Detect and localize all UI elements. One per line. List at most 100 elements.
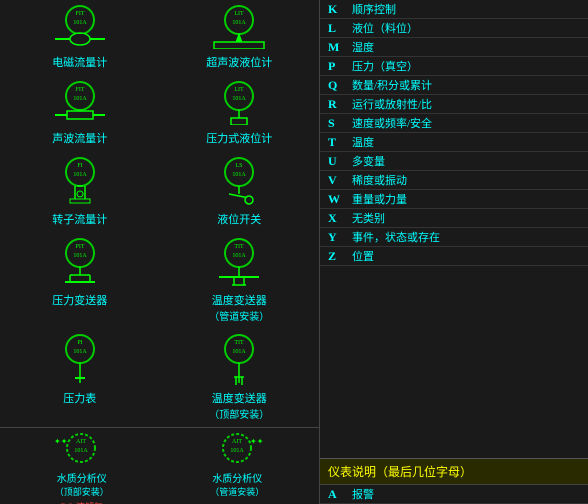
water-quality-2-sub: （管道安装） xyxy=(210,485,264,498)
svg-text:✦✦: ✦✦ xyxy=(54,437,68,446)
letter-z: Z xyxy=(328,249,352,264)
svg-text:AIT: AIT xyxy=(232,439,242,445)
letter-r: R xyxy=(328,97,352,112)
letter-row-t: T 温度 xyxy=(320,133,588,152)
meaning-u: 多变量 xyxy=(352,153,580,169)
meaning-a: 报警 xyxy=(352,486,580,502)
instrument-item-pressure-transmitter: PIT 101A 压力变送器 xyxy=(0,233,160,329)
meaning-x: 无类别 xyxy=(352,210,580,226)
svg-text:101A: 101A xyxy=(75,448,89,454)
temp-transmitter-top-sub: （顶部安装） xyxy=(209,406,269,421)
rotameter-symbol: FI 101A xyxy=(55,156,105,206)
svg-text:FIT: FIT xyxy=(75,87,84,93)
temp-transmitter-top-symbol: TIT 101A xyxy=(209,333,269,385)
svg-text:101A: 101A xyxy=(233,253,247,259)
temp-transmitter-pipe-sub: （管道安装） xyxy=(209,308,269,323)
svg-text:101A: 101A xyxy=(233,172,247,178)
temp-transmitter-pipe-label: 温度变送器 xyxy=(212,292,267,308)
right-panel: K 顺序控制 L 液位（料位） M 湿度 P 压力（真空） Q 数量/积分或累计… xyxy=(320,0,588,504)
letter-l: L xyxy=(328,21,352,36)
bottom-section: AIT 101A ✦✦ 水质分析仪 （顶部安装） DO 溶解氧 ORP 氧化还原… xyxy=(0,427,319,504)
letter-t: T xyxy=(328,135,352,150)
svg-text:101A: 101A xyxy=(73,253,87,259)
meaning-k: 顺序控制 xyxy=(352,1,580,17)
letter-row-x: X 无类别 xyxy=(320,209,588,228)
instrument-item-pressure-gauge: PI 101A 压力表 xyxy=(0,329,160,427)
letter-row-a: A 报警 xyxy=(320,484,588,504)
pressure-gauge-symbol: PI 101A xyxy=(55,333,105,385)
letter-s: S xyxy=(328,116,352,131)
water-quality-analyzer-2-symbol: AIT 101A ✦✦ xyxy=(210,432,265,470)
letter-q: Q xyxy=(328,78,352,93)
level-switch-label: 液位开关 xyxy=(217,211,261,227)
instrument-item-rotameter: FI 101A 转子流量计 xyxy=(0,152,160,233)
svg-text:101A: 101A xyxy=(233,20,247,26)
meaning-l: 液位（料位） xyxy=(352,20,580,36)
instrument-item-temp-transmitter-pipe: TIT 101A 温度变送器 （管道安装） xyxy=(160,233,320,329)
pressure-gauge-label: 压力表 xyxy=(63,390,96,406)
meaning-z: 位置 xyxy=(352,248,580,264)
letter-row-q: Q 数量/积分或累计 xyxy=(320,76,588,95)
svg-text:LIT: LIT xyxy=(235,87,245,93)
pressure-transmitter-label: 压力变送器 xyxy=(52,292,107,308)
svg-text:TIT: TIT xyxy=(235,340,245,346)
meaning-s: 速度或频率/安全 xyxy=(352,115,580,131)
meaning-w: 重量或力量 xyxy=(352,191,580,207)
letter-x: X xyxy=(328,211,352,226)
instrument-item-lit-ultrasonic: LIT 101A 超声波液位计 xyxy=(160,0,320,76)
water-quality-analyzer-1-symbol: AIT 101A ✦✦ xyxy=(54,432,109,470)
letter-row-r: R 运行或放射性/比 xyxy=(320,95,588,114)
letter-row-s: S 速度或频率/安全 xyxy=(320,114,588,133)
water-quality-item-2: AIT 101A ✦✦ 水质分析仪 （管道安装） DO 溶解氧 ORP 氧化还原… xyxy=(160,432,316,504)
letter-v: V xyxy=(328,173,352,188)
letter-row-z: Z 位置 xyxy=(320,247,588,266)
meaning-y: 事件，状态或存在 xyxy=(352,229,580,245)
svg-text:101A: 101A xyxy=(230,448,244,454)
instrument-item-temp-transmitter-top: TIT 101A 温度变送器 （顶部安装） xyxy=(160,329,320,427)
instrument-section-header: 仪表说明（最后几位字母） xyxy=(320,458,588,484)
do-label: DO 溶解氧 xyxy=(61,500,103,504)
rotameter-label: 转子流量计 xyxy=(52,211,107,227)
svg-text:101A: 101A xyxy=(73,20,87,26)
letter-row-m: M 湿度 xyxy=(320,38,588,57)
letter-y: Y xyxy=(328,230,352,245)
left-panel: FIT 101A 电磁流量计 LIT 101A 超 xyxy=(0,0,320,504)
pressure-level-symbol: LIT 101A xyxy=(209,80,269,125)
instrument-grid: FIT 101A 电磁流量计 LIT 101A 超 xyxy=(0,0,319,427)
meaning-v: 稀度或振动 xyxy=(352,172,580,188)
letter-a: A xyxy=(328,487,352,502)
letter-row-k: K 顺序控制 xyxy=(320,0,588,19)
letter-row-u: U 多变量 xyxy=(320,152,588,171)
letter-u: U xyxy=(328,154,352,169)
meaning-r: 运行或放射性/比 xyxy=(352,96,580,112)
instrument-item-level-switch: LS 101A 液位开关 xyxy=(160,152,320,233)
svg-text:101A: 101A xyxy=(73,172,87,178)
meaning-m: 湿度 xyxy=(352,39,580,55)
water-quality-2-types: DO 溶解氧 xyxy=(216,500,258,504)
svg-text:FIT: FIT xyxy=(75,11,84,17)
meaning-p: 压力（真空） xyxy=(352,58,580,74)
instrument-item-acoustic-flow: FIT 101A 声波流量计 xyxy=(0,76,160,152)
svg-text:101A: 101A xyxy=(233,96,247,102)
electromagnetic-flowmeter-label: 电磁流量计 xyxy=(52,54,107,70)
letter-row-w: W 重量或力量 xyxy=(320,190,588,209)
svg-text:AIT: AIT xyxy=(76,439,86,445)
water-quality-1-sub: （顶部安装） xyxy=(55,485,109,498)
ultrasonic-level-symbol: LIT 101A xyxy=(204,4,274,49)
temp-transmitter-top-label: 温度变送器 xyxy=(212,390,267,406)
letter-p: P xyxy=(328,59,352,74)
svg-text:FI: FI xyxy=(77,163,82,169)
letter-table: K 顺序控制 L 液位（料位） M 湿度 P 压力（真空） Q 数量/积分或累计… xyxy=(320,0,588,458)
section-header-text: 仪表说明（最后几位字母） xyxy=(328,465,472,479)
water-quality-row: AIT 101A ✦✦ 水质分析仪 （顶部安装） DO 溶解氧 ORP 氧化还原… xyxy=(4,432,315,504)
temp-transmitter-pipe-symbol: TIT 101A xyxy=(209,237,269,287)
svg-text:101A: 101A xyxy=(233,349,247,355)
instrument-item-pressure-level: LIT 101A 压力式液位计 xyxy=(160,76,320,152)
water-quality-1-label: 水质分析仪 xyxy=(57,470,107,485)
letter-row-l: L 液位（料位） xyxy=(320,19,588,38)
svg-text:LIT: LIT xyxy=(235,11,245,17)
pressure-level-label: 压力式液位计 xyxy=(206,130,272,146)
letter-m: M xyxy=(328,40,352,55)
letter-row-v: V 稀度或振动 xyxy=(320,171,588,190)
water-quality-item-1: AIT 101A ✦✦ 水质分析仪 （顶部安装） DO 溶解氧 ORP 氧化还原… xyxy=(4,432,160,504)
